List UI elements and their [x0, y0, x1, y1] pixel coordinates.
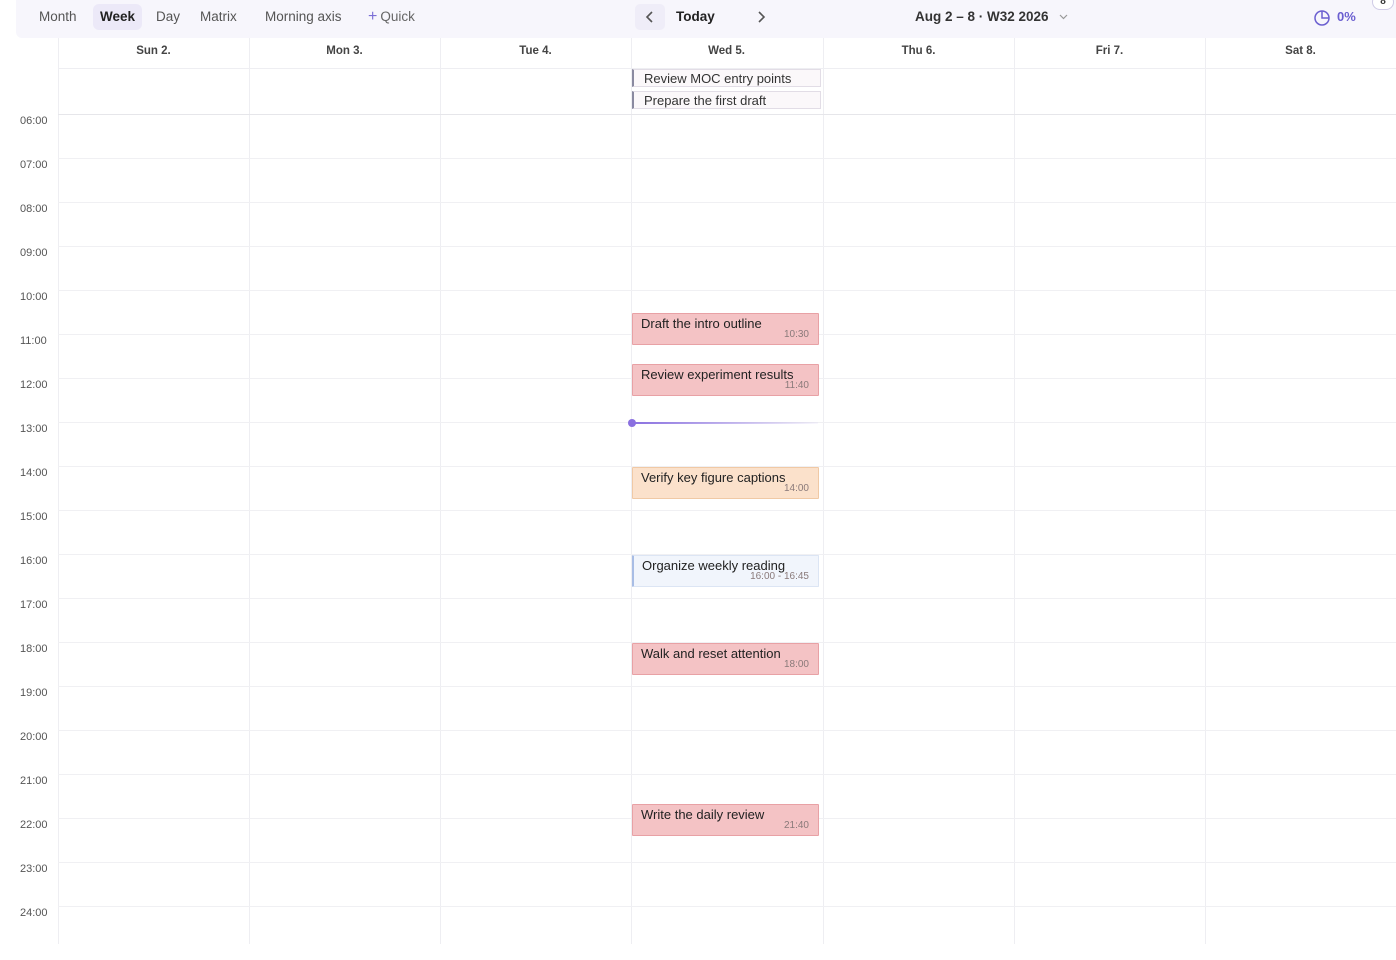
day-header-thu[interactable]: Thu 6. — [823, 45, 1014, 57]
calendar-event[interactable]: Verify key figure captions 14:00 — [632, 467, 819, 499]
tab-week[interactable]: Week — [93, 4, 143, 30]
calendar-event[interactable]: Walk and reset attention 18:00 — [632, 643, 819, 675]
hour-label: 11:00 — [20, 335, 47, 347]
hour-line — [58, 202, 1396, 203]
day-header-sun[interactable]: Sun 2. — [58, 45, 249, 57]
column-divider — [1205, 38, 1206, 944]
hour-line — [58, 598, 1396, 599]
hour-line — [58, 290, 1396, 291]
week-grid: Sun 2. Mon 3. Tue 4. Wed 5. Thu 6. Fri 7… — [0, 38, 1396, 944]
allday-event[interactable]: Review MOC entry points — [632, 69, 821, 87]
pie-chart-icon — [1314, 9, 1330, 26]
hour-label: 24:00 — [20, 907, 48, 919]
day-header-wed[interactable]: Wed 5. — [631, 45, 822, 57]
event-time: 18:00 — [783, 659, 809, 670]
event-time: 21:40 — [783, 820, 809, 831]
hour-line — [58, 246, 1396, 247]
event-title: Walk and reset attention — [641, 646, 781, 661]
hour-line — [58, 862, 1396, 863]
chevron-left-icon — [645, 11, 653, 23]
event-title: Verify key figure captions — [641, 470, 786, 485]
event-time: 10:30 — [783, 329, 809, 340]
notification-badge: 8 — [1372, 0, 1394, 10]
column-divider — [1014, 38, 1015, 944]
hour-line — [58, 774, 1396, 775]
calendar-toolbar: Month Week Day Matrix Morning axis + Quic… — [16, 0, 1396, 38]
chevron-right-icon — [758, 11, 766, 23]
hour-label: 14:00 — [20, 467, 48, 479]
day-header-sat[interactable]: Sat 8. — [1205, 45, 1396, 57]
hour-label: 21:00 — [20, 775, 48, 787]
hour-label: 12:00 — [20, 379, 48, 391]
hour-label: 19:00 — [20, 687, 48, 699]
event-time: 11:40 — [784, 380, 809, 391]
progress-percent: 0% — [1337, 9, 1356, 24]
progress-indicator[interactable]: 0% — [1313, 4, 1356, 30]
calendar-event[interactable]: Draft the intro outline 10:30 — [632, 313, 819, 345]
event-title: Draft the intro outline — [641, 316, 762, 331]
hour-label: 16:00 — [20, 555, 48, 567]
event-title: Write the daily review — [641, 807, 765, 822]
quick-add-label: Quick — [380, 9, 415, 24]
tab-day[interactable]: Day — [149, 4, 187, 30]
tab-month[interactable]: Month — [32, 4, 84, 30]
hour-label: 08:00 — [20, 203, 48, 215]
tab-morning-axis[interactable]: Morning axis — [258, 4, 349, 30]
hour-label: 09:00 — [20, 247, 48, 259]
allday-divider — [58, 114, 1396, 115]
column-divider — [823, 38, 824, 944]
quick-add-button[interactable]: + Quick — [368, 4, 415, 30]
hour-line — [58, 158, 1396, 159]
hour-line — [58, 730, 1396, 731]
prev-week-button[interactable] — [635, 4, 665, 30]
hour-label: 17:00 — [20, 599, 48, 611]
allday-event[interactable]: Prepare the first draft — [632, 91, 821, 109]
day-header-mon[interactable]: Mon 3. — [249, 45, 440, 57]
hour-line — [58, 686, 1396, 687]
hour-label: 07:00 — [20, 159, 48, 171]
current-time-dot — [628, 419, 636, 427]
next-week-button[interactable] — [746, 4, 776, 30]
hour-label: 23:00 — [20, 863, 48, 875]
hour-line — [58, 906, 1396, 907]
day-header-tue[interactable]: Tue 4. — [440, 45, 631, 57]
plus-icon: + — [368, 8, 378, 25]
chevron-down-icon — [1059, 15, 1067, 20]
day-header-fri[interactable]: Fri 7. — [1014, 45, 1205, 57]
calendar-event[interactable]: Review experiment results 11:40 — [632, 364, 819, 396]
calendar-event[interactable]: Organize weekly reading 16:00 - 16:45 — [632, 555, 819, 587]
hour-label: 22:00 — [20, 819, 48, 831]
date-range-selector[interactable]: Aug 2 – 8 · W32 2026 — [915, 4, 1068, 30]
event-title: Review experiment results — [641, 367, 794, 382]
hour-label: 10:00 — [20, 291, 48, 303]
hour-label: 15:00 — [20, 511, 48, 523]
calendar-event[interactable]: Write the daily review 21:40 — [632, 804, 819, 836]
today-button[interactable]: Today — [676, 4, 715, 30]
hour-line — [58, 510, 1396, 511]
current-time-line — [632, 422, 818, 424]
tab-matrix[interactable]: Matrix — [193, 4, 244, 30]
hour-label: 18:00 — [20, 643, 48, 655]
column-divider — [440, 38, 441, 944]
event-time: 16:00 - 16:45 — [750, 571, 809, 582]
hour-label: 13:00 — [20, 423, 48, 435]
date-range-label: Aug 2 – 8 · W32 2026 — [915, 9, 1049, 24]
hour-label: 20:00 — [20, 731, 48, 743]
hour-label: 06:00 — [20, 115, 48, 127]
column-divider — [58, 38, 59, 944]
column-divider — [249, 38, 250, 944]
event-time: 14:00 — [783, 483, 809, 494]
